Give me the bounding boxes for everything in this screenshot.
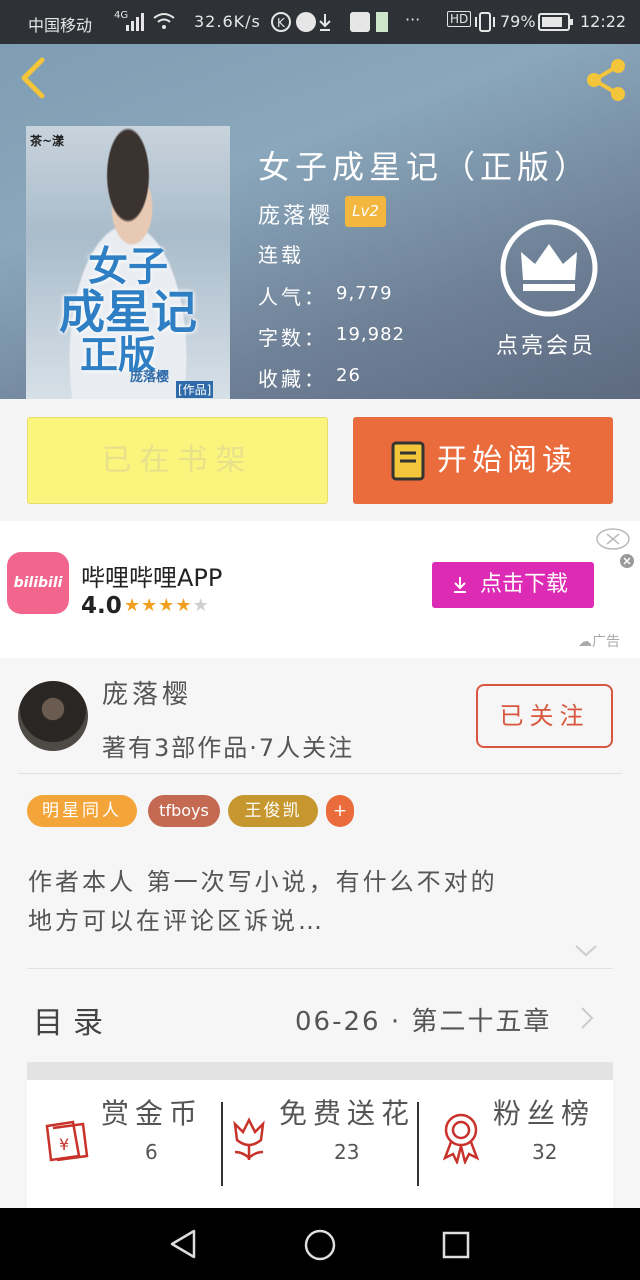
- download-label: 点击下载: [480, 572, 569, 597]
- in-shelf-button[interactable]: 已在书架: [27, 417, 328, 504]
- navigation-bar: [0, 1208, 640, 1280]
- favorites-label: 收藏：: [258, 367, 327, 391]
- cover-brand: 茶~漾: [30, 134, 65, 148]
- intro-line-1: 作者本人 第一次写小说，有什么不对的: [28, 868, 498, 896]
- author-name[interactable]: 庞落樱: [102, 674, 192, 711]
- cover-works: [作品]: [176, 381, 214, 398]
- author-section: 庞落樱 著有3部作品·7人关注 已关注 明星同人 tfboys 王俊凯 + 作者…: [0, 658, 640, 1208]
- expand-chevron-icon[interactable]: [574, 944, 598, 958]
- ad-label-text: 广告: [592, 634, 620, 650]
- svg-text:K: K: [277, 16, 286, 30]
- fan-rank-value: 32: [532, 1140, 558, 1164]
- reward-label: 赏金币: [101, 1097, 204, 1130]
- crown-icon[interactable]: [499, 218, 599, 318]
- star-icon: ★: [175, 595, 193, 616]
- network-speed: 32.6K/s: [194, 12, 261, 31]
- star-empty-icon: ★: [192, 595, 210, 616]
- author-stats: 著有3部作品·7人关注: [102, 734, 355, 762]
- nav-recents-icon[interactable]: [441, 1230, 471, 1260]
- bottom-stats: ¥ 赏金币 6 免费送花 23 粉丝榜 32: [27, 1080, 613, 1208]
- catalog-latest: 06-26 · 第二十五章: [295, 1007, 552, 1037]
- notification-icons: K: [271, 12, 388, 32]
- book-icon: [391, 441, 425, 481]
- catalog-row[interactable]: 目录 06-26 · 第二十五章: [27, 970, 613, 1066]
- battery-percent: 79%: [500, 12, 536, 31]
- intro-line-2: 地方可以在评论区诉说…: [28, 907, 325, 935]
- words-label: 字数：: [258, 326, 327, 350]
- download-icon: [454, 577, 466, 593]
- star-icon: ★: [158, 595, 176, 616]
- ad-app-name: 哔哩哔哩APP: [81, 564, 223, 592]
- add-tag-button[interactable]: +: [326, 795, 354, 827]
- book-title: 女子成星记（正版）: [258, 148, 592, 186]
- catalog-label: 目录: [33, 1006, 113, 1041]
- divider: [18, 773, 622, 774]
- flower-icon: [233, 1117, 265, 1160]
- ad-close-icon[interactable]: [596, 527, 634, 577]
- ad-banner[interactable]: bilibili 哔哩哔哩APP 4.0 ★★★★★ 点击下载 ☁广告: [0, 521, 640, 658]
- follow-button[interactable]: 已关注: [476, 684, 613, 748]
- battery-icon: [538, 13, 573, 31]
- book-cover[interactable]: 茶~漾 女子 成星记 正版 庞落樱 [作品]: [26, 126, 230, 399]
- reward-coins-item[interactable]: ¥ 赏金币 6: [27, 1080, 222, 1208]
- book-header: 茶~漾 女子 成星记 正版 庞落樱 [作品] 女子成星记（正版） 庞落樱 Lv2…: [0, 44, 640, 399]
- signal-icon: [126, 13, 144, 31]
- divider-band: [27, 1062, 613, 1080]
- chevron-right-icon: [581, 1007, 594, 1029]
- star-icon: ★: [141, 595, 159, 616]
- fan-rank-label: 粉丝榜: [493, 1097, 596, 1130]
- tag-chip[interactable]: 明星同人: [27, 795, 137, 827]
- book-status: 连载: [258, 243, 304, 267]
- free-flower-item[interactable]: 免费送花 23: [223, 1080, 417, 1208]
- divider: [27, 968, 613, 969]
- reward-value: 6: [145, 1140, 158, 1164]
- cover-title-line3: 正版: [79, 332, 156, 377]
- rating-stars: ★★★★★: [124, 595, 210, 616]
- carrier-label: 中国移动: [28, 16, 93, 35]
- download-button[interactable]: 点击下载: [432, 562, 594, 608]
- level-badge: Lv2: [345, 196, 386, 227]
- ad-rating: 4.0: [81, 593, 122, 619]
- flower-value: 23: [334, 1140, 360, 1164]
- fan-rank-item[interactable]: 粉丝榜 32: [419, 1080, 613, 1208]
- nav-home-icon[interactable]: [303, 1228, 337, 1262]
- vibrate-icon: [475, 12, 495, 32]
- popularity-value: 9,779: [336, 283, 393, 304]
- bilibili-logo: bilibili: [7, 552, 69, 614]
- reward-envelope-icon: ¥: [45, 1120, 89, 1162]
- star-icon: ★: [124, 595, 142, 616]
- start-reading-button[interactable]: 开始阅读: [353, 417, 613, 504]
- cover-author: 庞落樱: [130, 370, 170, 385]
- wifi-icon: [153, 13, 175, 29]
- favorites-value: 26: [336, 365, 361, 386]
- clock: 12:22: [580, 12, 627, 31]
- medal-icon: [442, 1113, 480, 1164]
- flower-label: 免费送花: [279, 1097, 416, 1130]
- start-reading-label: 开始阅读: [437, 443, 577, 478]
- book-author[interactable]: 庞落樱: [258, 198, 333, 230]
- share-icon[interactable]: [582, 56, 630, 104]
- author-avatar[interactable]: [18, 681, 88, 751]
- svg-text:¥: ¥: [59, 1135, 69, 1154]
- hd-badge: HD: [447, 11, 472, 27]
- words-value: 19,982: [336, 324, 405, 345]
- popularity-label: 人气：: [258, 285, 327, 309]
- status-bar: 中国移动 4G 32.6K/s K ··· HD 79% 12:22: [0, 0, 640, 44]
- nav-back-icon[interactable]: [168, 1228, 198, 1260]
- cloud-icon: ☁: [578, 634, 592, 650]
- tag-chip[interactable]: tfboys: [148, 795, 220, 827]
- back-icon[interactable]: [16, 56, 52, 100]
- member-label[interactable]: 点亮会员: [496, 328, 596, 360]
- more-notifications-icon: ···: [405, 10, 421, 29]
- ad-label: ☁广告: [578, 631, 620, 651]
- tag-chip[interactable]: 王俊凯: [228, 795, 318, 827]
